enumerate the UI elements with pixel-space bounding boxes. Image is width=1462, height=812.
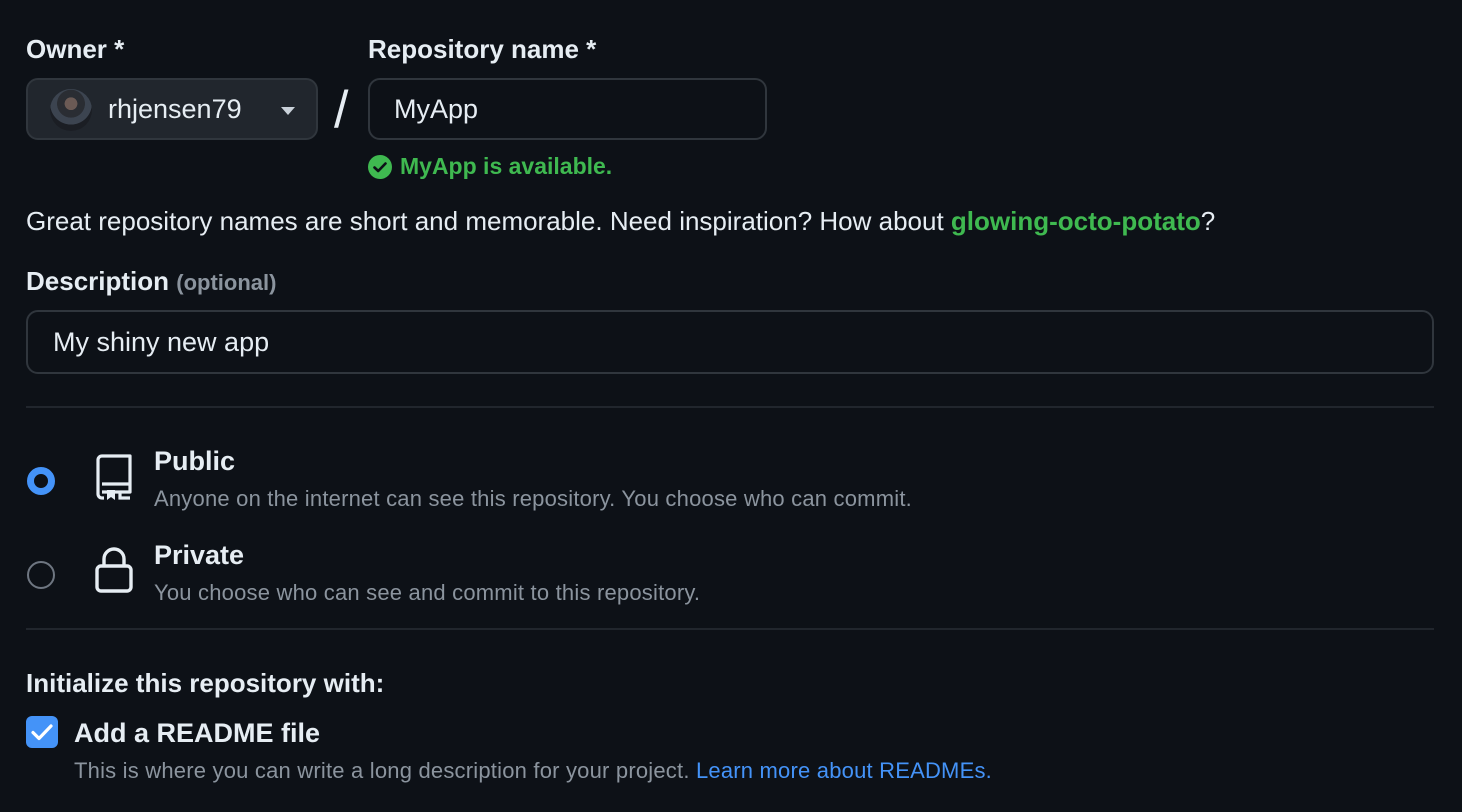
description-label-text: Description — [26, 266, 170, 296]
repository-name-label: Repository name * — [368, 34, 597, 64]
initialize-label: Initialize this repository with: — [26, 668, 385, 698]
private-description: You choose who can see and commit to thi… — [154, 580, 701, 605]
checkmark-icon — [31, 724, 53, 741]
owner-repo-separator: / — [334, 81, 349, 139]
owner-select-button[interactable]: rhjensen79 — [26, 78, 318, 140]
hint-text: Great repository names are short and mem… — [26, 206, 951, 236]
description-label: Description (optional) — [26, 266, 276, 297]
learn-more-readmes-link[interactable]: Learn more about READMEs. — [696, 758, 992, 783]
owner-label: Owner * — [26, 34, 125, 64]
repo-icon — [96, 454, 132, 500]
lock-icon — [95, 547, 133, 593]
readme-checkbox[interactable] — [26, 716, 58, 748]
private-radio[interactable] — [27, 561, 55, 589]
optional-tag: (optional) — [176, 270, 277, 295]
readme-description-text: This is where you can write a long descr… — [74, 758, 696, 783]
repository-name-input[interactable] — [368, 78, 767, 140]
avatar — [50, 89, 92, 131]
check-circle-icon — [368, 154, 392, 179]
public-title: Public — [154, 446, 236, 476]
availability-message: MyApp is available. — [368, 153, 612, 180]
divider — [26, 406, 1434, 408]
description-input[interactable] — [26, 310, 1434, 374]
availability-text: MyApp is available. — [400, 153, 613, 179]
hint-suffix: ? — [1200, 206, 1216, 236]
caret-down-icon — [281, 107, 295, 115]
public-radio[interactable] — [27, 467, 55, 495]
private-title: Private — [154, 540, 245, 570]
suggested-name-link[interactable]: glowing-octo-potato — [951, 206, 1201, 236]
readme-title: Add a README file — [74, 718, 321, 748]
repository-name-hint: Great repository names are short and mem… — [26, 206, 1215, 237]
readme-description: This is where you can write a long descr… — [74, 758, 992, 784]
owner-username: rhjensen79 — [108, 94, 242, 124]
public-description: Anyone on the internet can see this repo… — [154, 486, 912, 511]
divider — [26, 628, 1434, 630]
